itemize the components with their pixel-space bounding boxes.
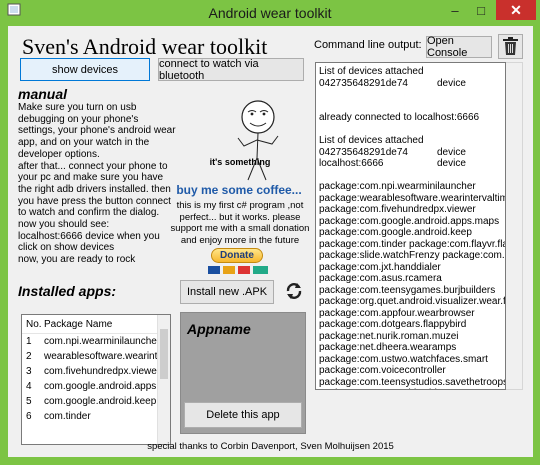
installed-apps-heading: Installed apps: (18, 283, 117, 299)
table-row[interactable]: 2 wearablesoftware.wearinterval (22, 349, 170, 364)
output-line: List of devices attached (319, 66, 424, 77)
device-state: device (437, 146, 466, 158)
manual-text: Make sure you turn on usb debugging on y… (18, 102, 176, 266)
table-row[interactable]: 3 com.fivehundredpx.viewer (22, 364, 170, 379)
table-row[interactable]: 6 com.tinder (22, 409, 170, 424)
output-line: package:com.fivehundredpx.viewer (319, 204, 476, 215)
output-line: package:org.quet.android.visualizer.wear… (319, 296, 506, 307)
row-package-name: wearablesoftware.wearinterval (44, 351, 170, 362)
command-output-box[interactable]: List of devices attached 042735648291de74… (315, 62, 506, 390)
minimize-button[interactable]: – (444, 1, 466, 21)
donate-button[interactable]: Donate (211, 248, 263, 263)
row-number: 1 (26, 336, 32, 347)
output-device-line: 042735648291de74 device (319, 147, 503, 159)
row-package-name: com.google.android.apps.map (44, 381, 170, 392)
output-line: package:wearablesoftware.wearintervaltim… (319, 192, 506, 204)
device-state: device (437, 158, 466, 169)
device-state: device (437, 77, 466, 89)
payment-cards-icon (208, 266, 268, 274)
output-line: package:com.voicecontroller (319, 365, 446, 376)
output-line: package:com.wearablewidgets (319, 388, 503, 389)
output-line: package:net.nurik.roman.muzei (319, 330, 459, 342)
footer-credits: special thanks to Corbin Davenport, Sven… (147, 441, 394, 452)
list-scrollbar-thumb[interactable] (160, 329, 168, 379)
appname-label: Appname (187, 321, 251, 337)
output-blank-line (319, 101, 503, 113)
close-button[interactable]: ✕ (496, 0, 536, 20)
output-device-line: 042735648291de74 device (319, 78, 503, 90)
row-package-name: com.npi.wearminilauncher (44, 336, 161, 347)
output-line: package:com.asus.rcamera (319, 273, 442, 284)
trash-icon (503, 37, 518, 55)
device-id: 042735648291de74 (319, 77, 408, 89)
output-line: List of devices attached (319, 135, 424, 146)
connect-bluetooth-button[interactable]: connect to watch via bluetooth (158, 58, 304, 82)
output-line: package:net.dheera.wearamps (319, 342, 457, 353)
output-line: package:slide.watchFrenzy package:com.du… (319, 250, 505, 261)
list-rows: 1 com.npi.wearminilauncher 2 wearablesoftwa… (22, 334, 170, 424)
manual-line: now, you are ready to rock (18, 254, 136, 266)
support-text: this is my first c# program ,not perfect… (170, 200, 310, 246)
delete-app-button[interactable]: Delete this app (184, 402, 302, 428)
output-blank-line (319, 124, 503, 136)
column-header-no: No. (26, 318, 42, 330)
trash-button[interactable] (498, 34, 523, 59)
maximize-button[interactable]: □ (470, 1, 492, 21)
output-blank-line (319, 170, 503, 182)
title-bar[interactable]: Android wear toolkit – □ ✕ (0, 0, 540, 26)
row-package-name: com.google.android.keep (44, 396, 157, 407)
installed-apps-list[interactable]: No. Package Name 1 com.npi.wearminilaunch… (21, 314, 171, 445)
manual-line: after that... connect your phone to your… (18, 160, 171, 219)
refresh-icon[interactable] (284, 281, 304, 301)
list-scrollbar[interactable] (157, 315, 170, 444)
output-line: package:com.teensystudios.savethetroops (319, 376, 506, 388)
table-row[interactable]: 5 com.google.android.keep (22, 394, 170, 409)
row-package-name: com.fivehundredpx.viewer (44, 366, 161, 377)
output-line: package:com.jxt.handdialer (319, 261, 441, 273)
manual-heading: manual (18, 86, 68, 102)
row-package-name: com.tinder (44, 411, 91, 422)
open-console-button[interactable]: Open Console (426, 35, 492, 59)
output-line: package:com.tinder package:com.flayvr.fl… (319, 238, 506, 250)
table-row[interactable]: 4 com.google.android.apps.map (22, 379, 170, 394)
show-devices-button[interactable]: show devices (20, 58, 150, 81)
output-line: package:com.teensygames.burjbuilders (319, 284, 496, 296)
output-line: package:com.npi.wearminilauncher (319, 181, 476, 192)
output-line: package:com.google.android.keep (319, 227, 472, 238)
output-device-line: localhost:6666 device (319, 158, 503, 170)
row-number: 6 (26, 411, 32, 422)
row-number: 4 (26, 381, 32, 392)
app-window: Android wear toolkit – □ ✕ Sven's Androi… (0, 0, 540, 465)
output-line: package:com.ustwo.watchfaces.smart (319, 353, 488, 365)
app-title: Sven's Android wear toolkit (22, 34, 268, 59)
coffee-heading: buy me some coffee... (176, 183, 302, 197)
device-id: 042735648291de74 (319, 146, 408, 158)
column-header-package: Package Name (44, 318, 113, 330)
manual-line: localhost:6666 device when you click on … (18, 230, 160, 254)
client-area: Sven's Android wear toolkit show devices… (8, 26, 533, 457)
row-number: 5 (26, 396, 32, 407)
meme-caption: it's something (209, 157, 271, 167)
row-number: 2 (26, 351, 32, 362)
device-id: localhost:6666 (319, 158, 384, 169)
output-blank-line (319, 89, 503, 101)
output-line: already connected to localhost:6666 (319, 112, 480, 123)
manual-line: Make sure you turn on usb debugging on y… (18, 102, 176, 160)
output-scrollbar[interactable] (506, 62, 523, 390)
output-line: package:com.dotgears.flappybird (319, 319, 467, 330)
manual-line: now you should see: (18, 219, 110, 231)
install-apk-button[interactable]: Install new .APK (180, 280, 274, 304)
list-header: No. Package Name (22, 315, 170, 334)
row-number: 3 (26, 366, 32, 377)
table-row[interactable]: 1 com.npi.wearminilauncher (22, 334, 170, 349)
meme-illustration (237, 100, 279, 181)
output-line: package:com.appfour.wearbrowser (319, 307, 475, 319)
output-line: package:com.google.android.apps.maps (319, 215, 500, 227)
command-output-label: Command line output: (314, 39, 422, 51)
